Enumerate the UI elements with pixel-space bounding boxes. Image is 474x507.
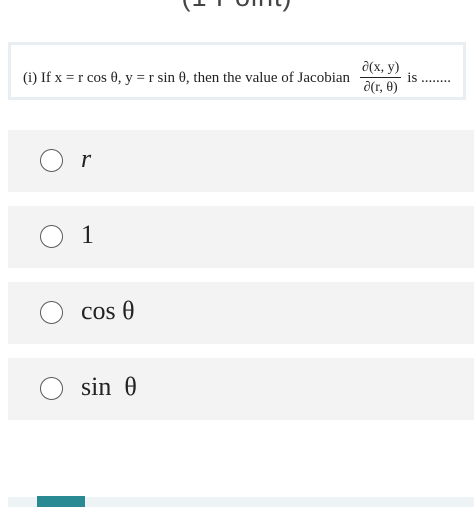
option-sin-theta[interactable]: sin θ xyxy=(8,358,474,420)
question-suffix: is ........ xyxy=(407,70,452,86)
question-prefix: (i) If x = r cos θ, y = r sin θ, then th… xyxy=(23,70,351,86)
option-label: cos θ xyxy=(81,296,135,325)
radio-button[interactable] xyxy=(40,301,63,324)
jacobian-denominator: ∂(r, θ) xyxy=(363,80,398,95)
option-label: 1 xyxy=(81,220,94,249)
option-label: sin θ xyxy=(81,372,137,401)
progress-indicator xyxy=(37,496,85,507)
radio-button[interactable] xyxy=(40,149,63,172)
option-cos-theta[interactable]: cos θ xyxy=(8,282,474,344)
points-header: (1 Point) xyxy=(0,0,474,12)
jacobian-numerator: ∂(x, y) xyxy=(360,60,402,78)
question-text: (i) If x = r cos θ, y = r sin θ, then th… xyxy=(23,60,452,96)
radio-button[interactable] xyxy=(40,225,63,248)
option-label: r xyxy=(81,144,92,173)
option-1[interactable]: 1 xyxy=(8,206,474,268)
radio-button[interactable] xyxy=(40,377,63,400)
jacobian-fraction: ∂(x, y) ∂(r, θ) xyxy=(360,60,402,95)
question-card: (i) If x = r cos θ, y = r sin θ, then th… xyxy=(8,42,466,100)
option-r[interactable]: r xyxy=(8,130,474,192)
